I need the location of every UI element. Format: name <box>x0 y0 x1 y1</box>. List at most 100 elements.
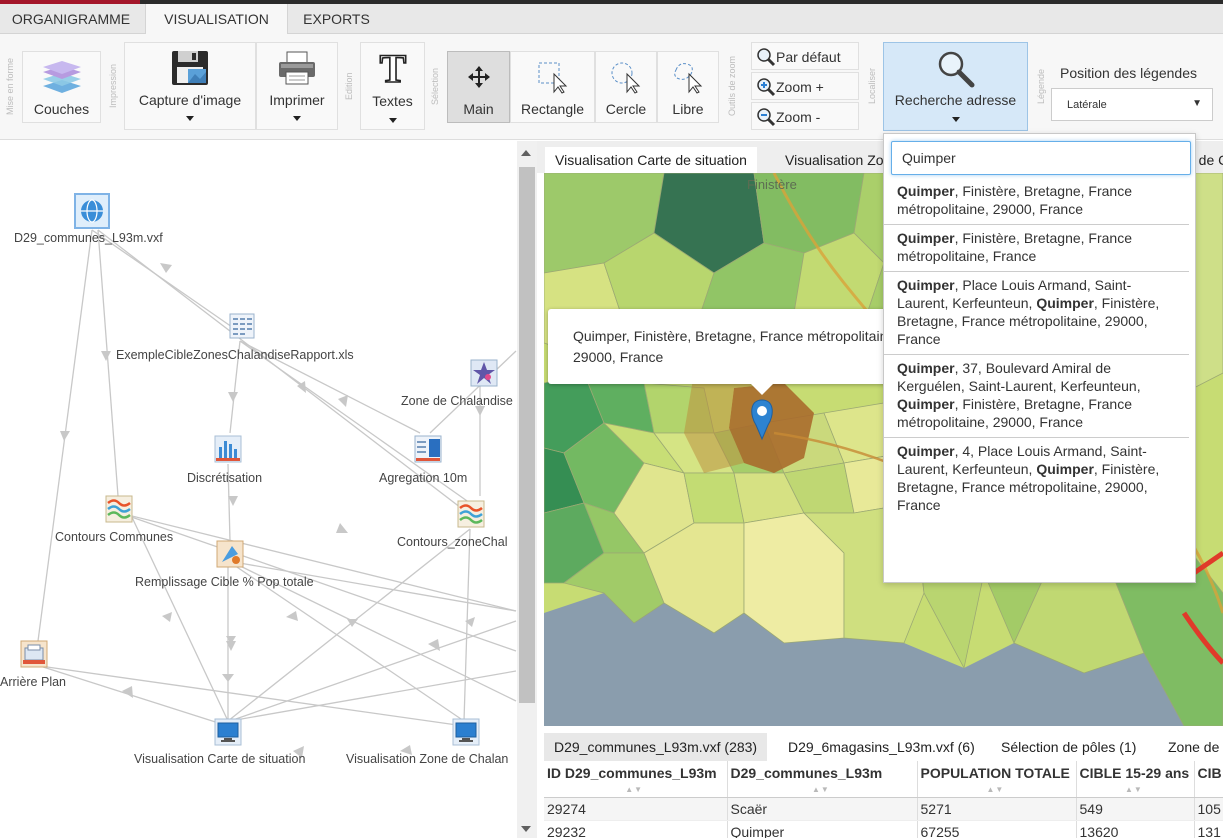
background-layer-icon <box>20 640 48 668</box>
tab-vis-carte[interactable]: Visualisation Carte de situation <box>545 147 757 173</box>
chevron-down-icon <box>186 116 194 121</box>
circle-select-button[interactable]: Cercle <box>595 51 657 123</box>
pan-tool-button[interactable]: Main <box>447 51 510 123</box>
monitor-icon <box>452 718 480 746</box>
xls-file-node[interactable] <box>228 312 256 340</box>
tab-exports[interactable]: EXPORTS <box>290 4 383 34</box>
agregation-node[interactable] <box>414 435 442 463</box>
popup-tip <box>751 384 773 395</box>
vis-zone-node[interactable] <box>452 718 480 746</box>
node-label-arriere-plan: Arrière Plan <box>0 675 66 689</box>
circle-select-label: Cercle <box>605 101 647 117</box>
diagram-scrollbar-thumb[interactable] <box>519 167 535 703</box>
legend-position-label: Position des légendes <box>1060 65 1197 81</box>
contour-lines-icon <box>105 495 133 523</box>
search-result[interactable]: Quimper, Place Louis Armand, Saint-Laure… <box>884 272 1189 355</box>
tab-vis-zone[interactable]: Visualisation Zo <box>775 147 894 173</box>
table-row[interactable]: 29274 Scaër 5271 549 105 <box>544 797 1223 821</box>
globe-icon <box>81 199 103 223</box>
popup-line-1: Quimper, Finistère, Bretagne, France mét… <box>573 328 900 344</box>
node-label-agregation: Agregation 10m <box>379 471 468 485</box>
spreadsheet-icon <box>229 313 255 339</box>
tab-visualisation[interactable]: VISUALISATION <box>145 4 288 35</box>
print-button[interactable]: Imprimer <box>256 42 338 130</box>
chevron-down-icon <box>388 118 397 123</box>
zoom-in-button[interactable]: Zoom + <box>751 72 859 100</box>
move-arrows-icon <box>467 66 490 88</box>
chevron-down-icon <box>951 117 960 122</box>
group-label-legende: Légende <box>1036 68 1046 104</box>
text-icon: T <box>378 47 407 87</box>
tab-selection-poles[interactable]: Sélection de pôles (1) <box>991 733 1146 761</box>
search-result[interactable]: Quimper, Finistère, Bretagne, France mét… <box>884 178 1189 225</box>
texts-label: Textes <box>372 93 413 109</box>
table-aggregate-icon <box>414 435 442 463</box>
tab-communes-table[interactable]: D29_communes_L93m.vxf (283) <box>544 733 768 761</box>
legend-position-select[interactable]: Latérale ▼ <box>1051 88 1213 121</box>
discretisation-node[interactable] <box>214 435 242 463</box>
tab-zone[interactable]: Zone de <box>1158 733 1223 761</box>
node-label-vis-zone: Visualisation Zone de Chalan <box>346 752 509 766</box>
node-label-xls: ExempleCibleZonesChalandiseRapport.xls <box>116 348 354 362</box>
sort-icon: ▲▼ <box>986 784 1005 794</box>
zoom-out-label: Zoom - <box>776 109 821 125</box>
address-search-button[interactable]: Recherche adresse <box>883 42 1028 131</box>
capture-image-button[interactable]: Capture d'image <box>124 42 256 130</box>
table-cell: 5271 <box>917 797 1077 821</box>
address-search-input[interactable] <box>891 141 1191 175</box>
search-result[interactable]: Quimper, 37, Boulevard Amiral de Kerguél… <box>884 355 1189 438</box>
table-cell: 29274 <box>544 797 728 821</box>
column-header[interactable]: D29_communes_L93m ▲▼ <box>727 761 918 798</box>
search-results-list: Quimper, Finistère, Bretagne, France mét… <box>884 178 1195 520</box>
group-label-localiser: Localiser <box>867 67 877 105</box>
contours-zone-node[interactable] <box>457 500 485 528</box>
lasso-select-icon <box>674 63 703 94</box>
contour-lines-icon <box>457 500 485 528</box>
node-label-vxf: D29_communes_L93m.vxf <box>14 231 163 245</box>
table-cell: 131 <box>1194 820 1223 838</box>
table-cell: 105 <box>1194 797 1223 821</box>
texts-button[interactable]: T Textes <box>360 42 425 130</box>
freehand-select-button[interactable]: Libre <box>657 51 719 123</box>
zone-chalandise-node[interactable] <box>470 359 498 387</box>
node-label-contours-zone: Contours_zoneChal <box>397 535 508 549</box>
freehand-select-label: Libre <box>672 101 704 117</box>
contours-communes-node[interactable] <box>105 495 133 523</box>
zoom-in-icon <box>757 78 776 97</box>
rectangle-select-icon <box>538 62 567 94</box>
sort-icon: ▲▼ <box>1125 784 1143 794</box>
svg-text:T: T <box>379 47 406 87</box>
search-result[interactable]: Quimper, Finistère, Bretagne, France mét… <box>884 225 1189 272</box>
chevron-down-icon: ▼ <box>1192 98 1202 109</box>
zoom-default-button[interactable]: Par défaut <box>751 42 859 70</box>
rectangle-select-button[interactable]: Rectangle <box>510 51 595 123</box>
rectangle-select-label: Rectangle <box>520 101 585 117</box>
monitor-icon <box>214 718 242 746</box>
column-header[interactable]: POPULATION TOTALE ▲▼ <box>917 761 1077 798</box>
vxf-file-node[interactable] <box>74 193 110 229</box>
arriere-plan-node[interactable] <box>20 640 48 668</box>
node-label-discretisation: Discrétisation <box>187 471 263 485</box>
column-header[interactable]: CIB <box>1194 761 1223 798</box>
search-icon <box>938 51 974 88</box>
node-label-vis-carte: Visualisation Carte de situation <box>134 752 306 766</box>
zoom-out-button[interactable]: Zoom - <box>751 102 859 130</box>
layers-icon <box>42 61 81 93</box>
table-cell: 29232 <box>544 820 728 838</box>
tab-organigramme[interactable]: ORGANIGRAMME <box>0 4 142 34</box>
column-header[interactable]: ID D29_communes_L93m ▲▼ <box>544 761 728 798</box>
chevron-down-icon <box>293 116 301 121</box>
node-label-remplissage: Remplissage Cible % Pop totale <box>135 575 314 589</box>
remplissage-node[interactable] <box>216 540 244 568</box>
ribbon-toolbar: Mise en forme Couches Impression Capture… <box>0 34 1223 140</box>
layers-button[interactable]: Couches <box>22 51 101 123</box>
vis-carte-node[interactable] <box>214 718 242 746</box>
scroll-down-icon[interactable] <box>521 826 531 832</box>
tab-magasins-table[interactable]: D29_6magasins_L93m.vxf (6) <box>778 733 985 761</box>
scroll-up-icon[interactable] <box>521 150 531 156</box>
group-label-selection: Sélection <box>430 67 440 105</box>
table-row[interactable]: 29232 Quimper 67255 13620 131 <box>544 820 1223 838</box>
search-result[interactable]: Quimper, 4, Place Louis Armand, Saint-La… <box>884 438 1189 520</box>
column-header[interactable]: CIBLE 15-29 ans ▲▼ <box>1076 761 1195 798</box>
print-label: Imprimer <box>269 92 325 108</box>
